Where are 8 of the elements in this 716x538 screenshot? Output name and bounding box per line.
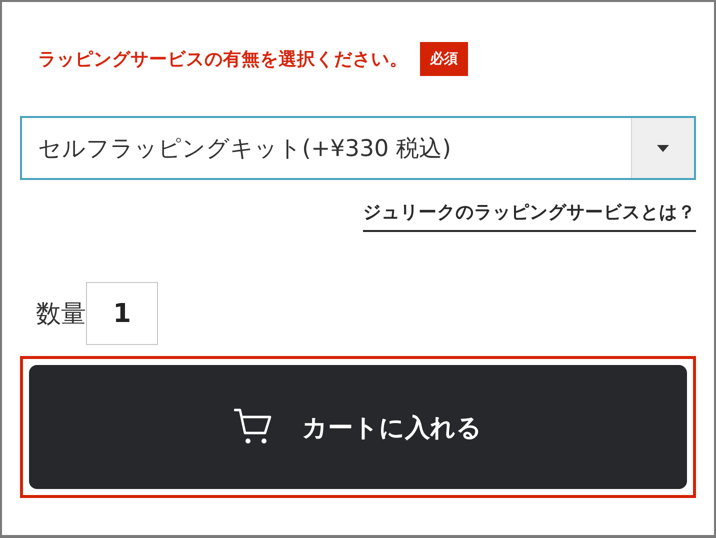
quantity-label: 数量 [36,298,86,330]
wrapping-select[interactable]: セルフラッピングキット(+¥330 税込) [20,116,696,180]
required-badge: 必須 [420,42,468,76]
dropdown-caret-icon [657,144,669,152]
add-to-cart-button[interactable]: カートに入れる [29,365,687,489]
prompt-text: ラッピングサービスの有無を選択ください。 [38,48,408,71]
quantity-field[interactable]: 1 [86,282,158,345]
wrapping-info-link[interactable]: ジュリークのラッピングサービスとは？ [363,200,696,232]
